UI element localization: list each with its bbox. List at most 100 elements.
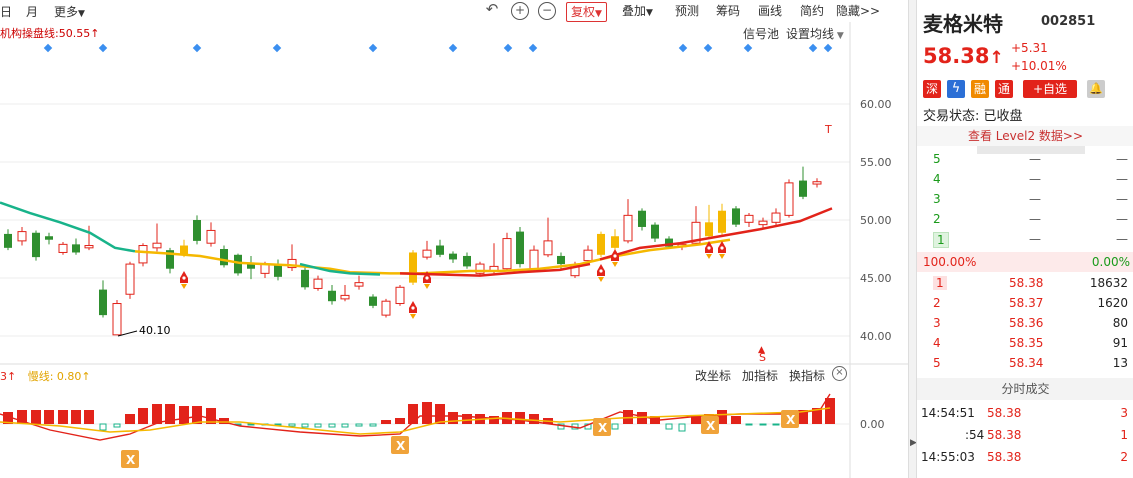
histogram-bar [113,423,121,428]
rocket-window [720,246,724,250]
zoom-in-icon[interactable]: + [511,2,529,20]
ask-volume: — [1116,192,1128,206]
undo-icon[interactable]: ↶ [484,2,500,18]
draw-line-button[interactable]: 画线 [754,2,786,20]
histogram-bar [462,414,472,424]
rocket-flame [181,284,187,289]
signal-diamond [743,43,753,53]
candle-body [99,289,107,316]
bid-volume: 18632 [1089,276,1128,290]
rocket-window [425,276,429,280]
grid [0,22,908,478]
signal-diamond [43,43,53,53]
histogram-bar [31,410,41,424]
candle-body [409,252,417,283]
ask-price: — [1029,212,1041,226]
hide-panel-button[interactable]: 隐藏>> [832,2,884,20]
histogram-bar [355,423,363,427]
rocket-window [599,269,603,273]
histogram-bar [731,416,741,424]
bid-volume: 13 [1112,356,1128,370]
add-watchlist-button[interactable]: +自选 [1023,80,1077,98]
candle-body [583,249,593,262]
price-tick-label: 50.00 [860,214,892,227]
histogram-bar [489,416,499,424]
bid-row: 4 58.35 91 [917,334,1133,354]
bell-icon[interactable]: 🔔 [1087,80,1105,98]
signal-diamond [503,43,513,53]
ask-row: 3 — — [917,190,1133,210]
x-signal-label: X [396,439,406,453]
chart-toolbar: 日 月 更多▼ ↶ + − 复权▼ 叠加▼ 预测 筹码 画线 简约 隐藏>> [0,0,910,22]
signal-diamond [272,43,282,53]
rocket-flame [410,314,416,319]
histogram-bar [825,398,835,424]
zoom-out-icon[interactable]: − [538,2,556,20]
candle-body [125,263,135,295]
signal-diamonds [43,43,833,53]
histogram-bar [125,414,135,424]
histogram-bar [44,410,54,424]
lightning-icon: ϟ [947,80,965,98]
more-periods-dropdown[interactable]: 更多▼ [54,3,85,20]
margin-badge: 融 [971,80,989,98]
trade-price: 58.38 [987,450,1022,464]
simple-mode-button[interactable]: 简约 [796,2,828,20]
candle-body [328,290,336,302]
signal-diamond [368,43,378,53]
bid-row: 1 58.38 18632 [917,274,1133,294]
stock-name: 麦格米特 [923,12,1003,36]
forecast-button[interactable]: 预测 [671,2,703,20]
stock-code: 002851 [1041,14,1096,29]
histogram-bar [408,404,418,424]
chips-button[interactable]: 筹码 [712,2,744,20]
buy-ratio: 100.00% [923,255,977,269]
ask-level: 1 [933,232,949,248]
ask-volume: — [1116,152,1128,166]
up-arrow-icon: ▲ [758,345,765,355]
rocket-window [411,306,415,310]
low-price-annotation: 40.10 [139,324,171,337]
ask-row: 1 — — [917,230,1133,250]
ask-level: 5 [933,152,941,166]
histogram-bar [71,410,81,424]
trade-status: 交易状态: 已收盘 [923,109,1023,124]
period-day-tab[interactable]: 日 [0,3,12,20]
connect-badge: 通 [995,80,1013,98]
candle-body [784,182,794,216]
kline-chart[interactable]: 60.00 55.00 50.00 45.00 40.00 0.00 X X X X X 40.1… [0,22,908,478]
level2-link[interactable]: 查看 Level2 数据>> [917,126,1133,146]
x-signal-label: X [786,413,796,427]
overlay-dropdown[interactable]: 叠加▼ [618,2,657,20]
histogram-bar [58,410,68,424]
histogram-bar [288,423,296,427]
ask-volume: — [1116,172,1128,186]
candle-body [771,212,781,223]
candle-body [313,278,323,289]
histogram-bar [328,423,336,428]
ask-row: 5 — — [917,150,1133,170]
rocket-flame [719,254,725,259]
rocket-flame [424,284,430,289]
quote-panel: 麦格米特 002851 58.38↑ +5.31 +10.01% 深 ϟ 融 通… [916,0,1133,478]
signal-diamond [823,43,833,53]
bid-volume: 91 [1112,336,1128,350]
candle-body [4,233,12,248]
period-month-tab[interactable]: 月 [26,3,38,20]
ask-price: — [1029,232,1041,246]
candle-body [543,240,553,256]
candle-body [138,245,148,264]
candle-body [638,210,646,227]
candle-body [260,263,270,274]
trade-price: 58.38 [987,406,1022,420]
bid-row: 2 58.37 1620 [917,294,1133,314]
candle-body [354,282,364,287]
candle-body [557,255,565,265]
ask-volume: — [1116,232,1128,246]
histogram-bar [745,423,753,426]
candle-body [529,249,539,270]
bid-level: 4 [933,336,941,350]
histogram-bar [448,412,458,424]
rocket-window [707,246,711,250]
fuquan-dropdown[interactable]: 复权▼ [566,2,607,22]
